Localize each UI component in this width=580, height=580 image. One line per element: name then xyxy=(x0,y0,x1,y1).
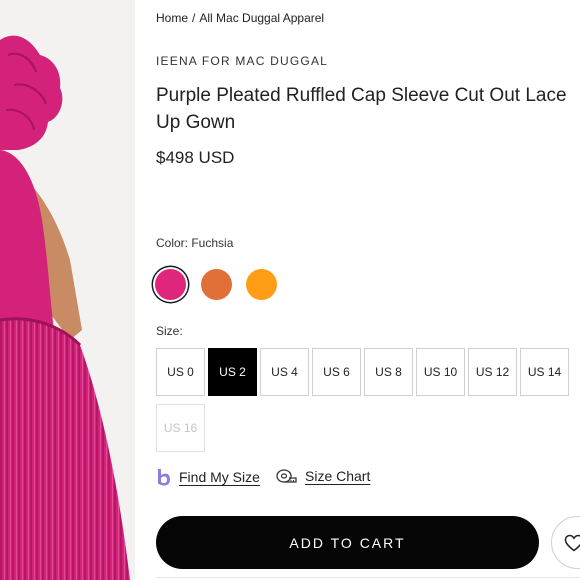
size-option-us-4[interactable]: US 4 xyxy=(260,348,309,396)
size-option-us-6[interactable]: US 6 xyxy=(312,348,361,396)
color-swatch-fuchsia[interactable] xyxy=(155,269,186,300)
divider xyxy=(156,577,580,578)
breadcrumb: Home / All Mac Duggal Apparel xyxy=(156,11,324,25)
color-label: Color: Fuchsia xyxy=(156,236,234,250)
breadcrumb-current-link[interactable]: All Mac Duggal Apparel xyxy=(199,11,324,25)
product-image[interactable] xyxy=(0,0,135,580)
size-label: Size: xyxy=(156,324,183,338)
product-title: Purple Pleated Ruffled Cap Sleeve Cut Ou… xyxy=(156,85,567,133)
dress-illustration xyxy=(0,35,130,580)
size-chart-label: Size Chart xyxy=(305,468,371,484)
find-my-size-label: Find My Size xyxy=(179,469,260,485)
color-swatch-orange[interactable] xyxy=(201,269,232,300)
size-chart-link[interactable]: Size Chart xyxy=(276,468,370,484)
size-option-us-16[interactable]: US 16 xyxy=(156,404,205,452)
heart-icon xyxy=(564,534,580,551)
size-option-us-2[interactable]: US 2 xyxy=(208,348,257,396)
add-to-cart-button[interactable]: ADD TO CART xyxy=(156,516,539,569)
tape-measure-icon xyxy=(276,469,297,483)
breadcrumb-home-link[interactable]: Home xyxy=(156,11,188,25)
color-swatch-yellow[interactable] xyxy=(246,269,277,300)
breadcrumb-separator: / xyxy=(192,11,196,25)
product-brand[interactable]: IEENA FOR MAC DUGGAL xyxy=(156,54,328,68)
size-option-us-10[interactable]: US 10 xyxy=(416,348,465,396)
bold-b-icon xyxy=(158,469,170,486)
find-my-size-link[interactable]: Find My Size xyxy=(156,468,260,486)
size-option-us-12[interactable]: US 12 xyxy=(468,348,517,396)
size-option-us-14[interactable]: US 14 xyxy=(520,348,569,396)
size-option-us-8[interactable]: US 8 xyxy=(364,348,413,396)
product-price: $498 USD xyxy=(156,148,235,167)
wishlist-button[interactable] xyxy=(551,516,580,569)
size-option-us-0[interactable]: US 0 xyxy=(156,348,205,396)
